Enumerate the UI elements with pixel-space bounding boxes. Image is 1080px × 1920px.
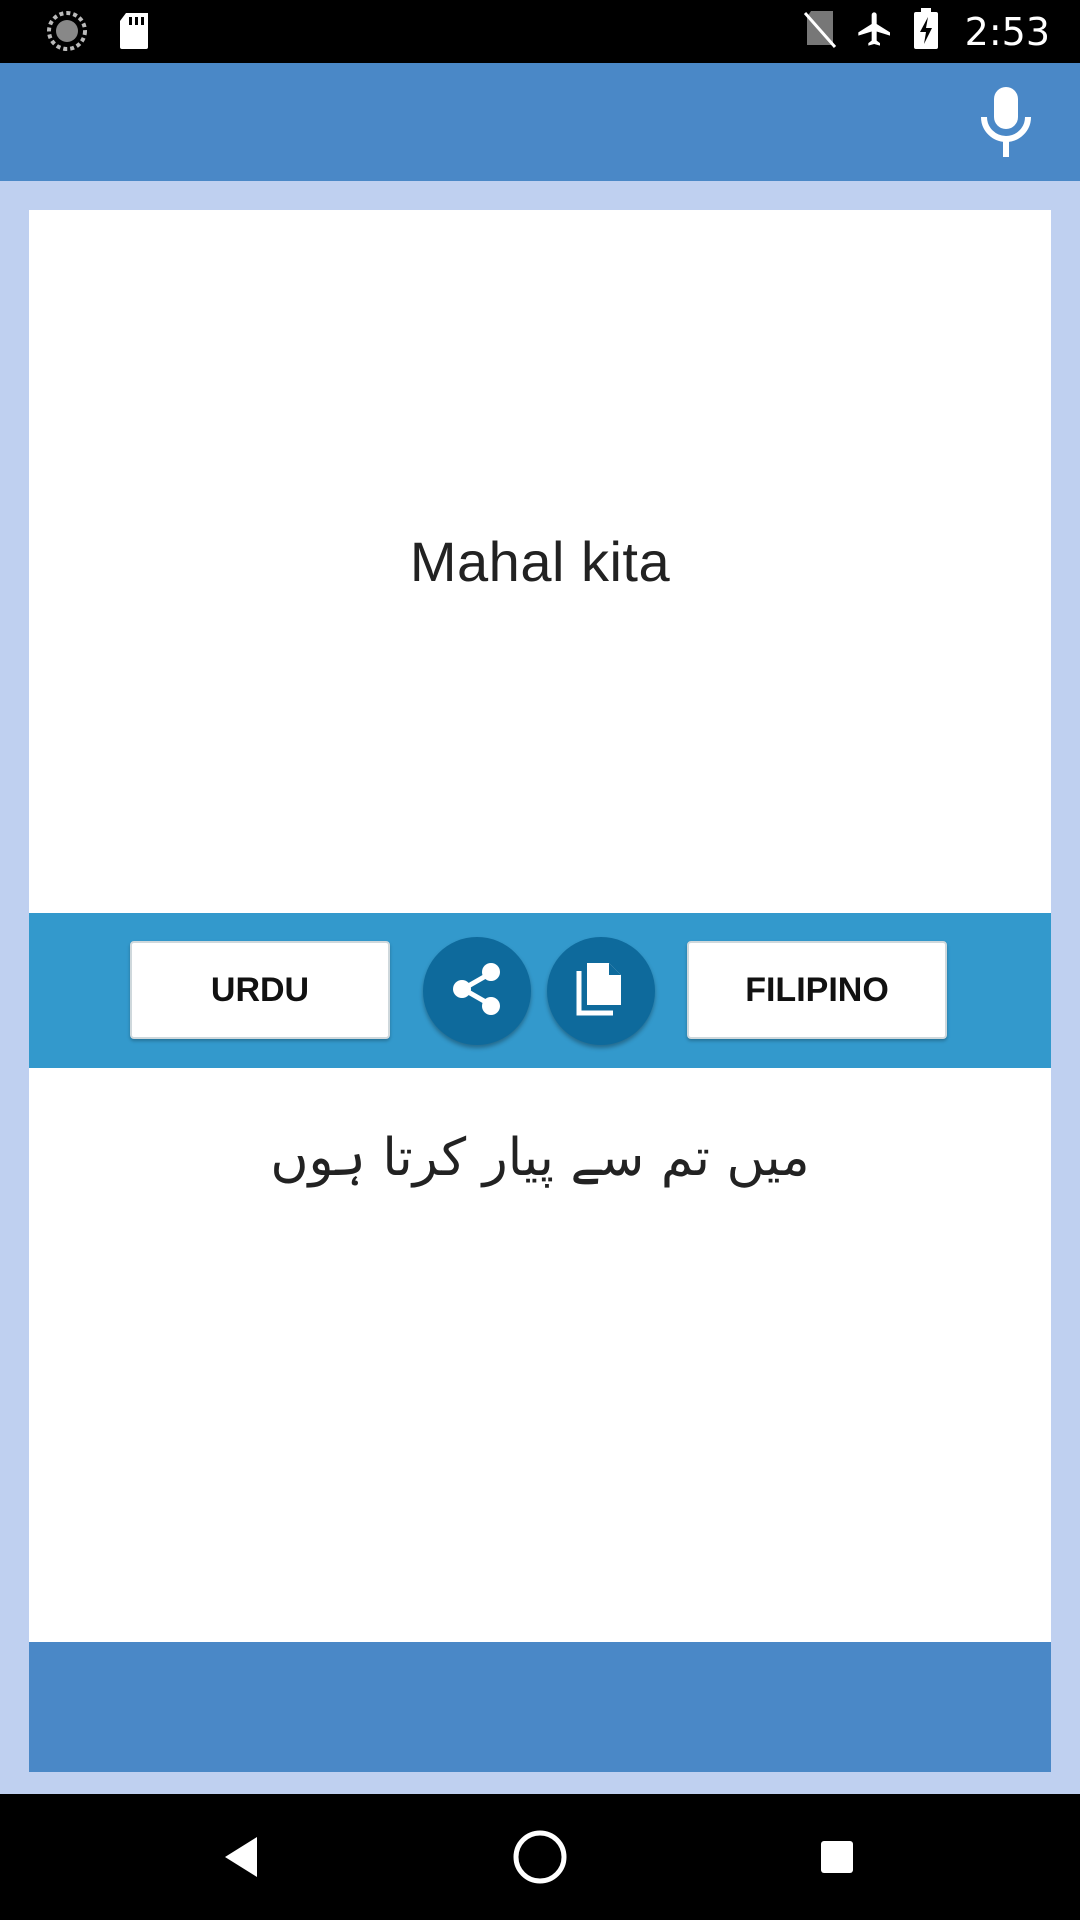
status-time: 2:53 <box>964 9 1050 54</box>
recents-icon[interactable] <box>802 1822 872 1892</box>
microphone-icon[interactable] <box>968 85 1044 161</box>
source-text: Mahal kita <box>409 530 671 593</box>
share-icon <box>445 957 509 1026</box>
battery-charging-icon <box>913 8 939 55</box>
target-text: میں تم سے پیار کرتا ہوں <box>270 1128 810 1188</box>
language-toolbar: URDU FILIPINO <box>29 913 1051 1068</box>
banner-area <box>29 1642 1051 1772</box>
status-left-icons <box>46 10 152 57</box>
back-icon[interactable] <box>206 1822 276 1892</box>
app-bar <box>0 63 1080 181</box>
target-language-button[interactable]: FILIPINO <box>687 941 947 1039</box>
source-language-button[interactable]: URDU <box>130 941 390 1039</box>
status-bar: 2:53 <box>0 0 1080 63</box>
status-right-icons: 2:53 <box>803 8 1050 55</box>
sd-card-icon <box>118 11 152 56</box>
copy-button[interactable] <box>547 937 655 1045</box>
navigation-bar <box>0 1794 1080 1920</box>
sync-icon <box>46 10 88 57</box>
share-button[interactable] <box>423 937 531 1045</box>
no-sim-icon <box>803 9 837 54</box>
source-text-panel[interactable]: Mahal kita <box>29 210 1051 913</box>
target-text-panel[interactable]: میں تم سے پیار کرتا ہوں <box>29 1068 1051 1642</box>
home-icon[interactable] <box>505 1822 575 1892</box>
copy-icon <box>573 959 629 1024</box>
airplane-icon <box>855 9 895 54</box>
